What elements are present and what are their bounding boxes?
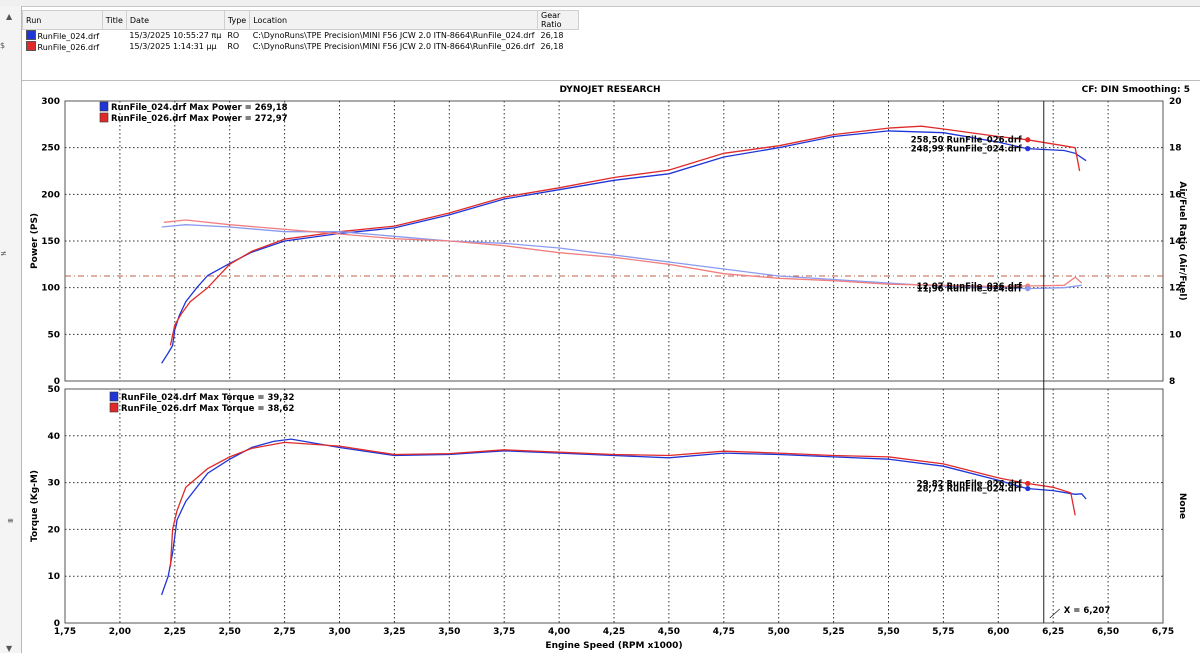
- x-tick-label: 6,00: [987, 627, 1009, 637]
- y-tick-label: 30: [47, 479, 60, 489]
- cursor-marker: [1025, 286, 1031, 292]
- y-tick-label: 10: [47, 572, 60, 582]
- legend-swatch: [99, 101, 109, 112]
- chart-header-title: DYNOJET RESEARCH: [559, 85, 660, 95]
- y-tick-label: 20: [47, 525, 60, 535]
- x-tick-label: 3,75: [493, 627, 515, 637]
- x-tick-label: 4,75: [713, 627, 735, 637]
- y2-tick-label: 10: [1169, 330, 1182, 340]
- y2-tick-label: 20: [1169, 97, 1182, 107]
- legend-entry: RunFile_026.drf Max Torque = 38,62: [121, 404, 294, 414]
- x-tick-label: 3,00: [328, 627, 350, 637]
- cursor-marker: [1025, 137, 1031, 143]
- x-tick-label: 6,75: [1152, 627, 1174, 637]
- power-afr-panel[interactable]: 050100150200250300Power (PS)810121416182…: [30, 97, 1187, 387]
- cursor-value-label: 11,96 RunFile_024.drf: [917, 285, 1022, 295]
- y2-axis-label: None: [1177, 493, 1187, 519]
- cursor-marker: [1025, 485, 1031, 492]
- torque-panel[interactable]: 01020304050Torque (Kg-M) NoneRunFile_024.…: [30, 385, 1187, 651]
- y-tick-label: 50: [47, 385, 60, 395]
- x-tick-label: 5,50: [877, 627, 899, 637]
- y-tick-label: 150: [41, 237, 60, 247]
- x-tick-label: 2,50: [219, 627, 241, 637]
- y-axis-label: Torque (Kg-M): [30, 470, 40, 542]
- legend-swatch: [109, 391, 119, 402]
- chart-header-info: CF: DIN Smoothing: 5: [1082, 85, 1190, 95]
- x-tick-label: 2,00: [109, 627, 131, 637]
- cursor-value-label: 248,99 RunFile_024.drf: [911, 145, 1022, 155]
- y-tick-label: 100: [41, 284, 60, 294]
- legend-entry: RunFile_026.drf Max Power = 272,97: [111, 114, 288, 124]
- dyno-chart[interactable]: DYNOJET RESEARCH CF: DIN Smoothing: 5 05…: [0, 0, 1200, 653]
- y2-tick-label: 18: [1169, 144, 1182, 154]
- x-axis-label: Engine Speed (RPM x1000): [545, 641, 682, 651]
- legend-swatch: [99, 112, 109, 123]
- cursor-marker: [1025, 146, 1031, 152]
- x-tick-label: 6,50: [1097, 627, 1119, 637]
- legend-entry: RunFile_024.drf Max Power = 269,18: [111, 103, 288, 113]
- x-tick-label: 4,00: [548, 627, 570, 637]
- legend-entry: RunFile_024.drf Max Torque = 39,32: [121, 393, 294, 403]
- x-tick-label: 5,75: [932, 627, 954, 637]
- x-tick-label: 6,25: [1042, 627, 1064, 637]
- x-tick-label: 4,50: [658, 627, 680, 637]
- y-tick-label: 200: [41, 190, 60, 200]
- cursor-marker: [1025, 480, 1031, 487]
- y-tick-label: 40: [47, 432, 60, 442]
- x-tick-label: 3,25: [383, 627, 405, 637]
- x-tick-label: 5,25: [822, 627, 844, 637]
- x-tick-label: 4,25: [603, 627, 625, 637]
- legend-swatch: [109, 402, 119, 413]
- x-tick-label: 3,50: [438, 627, 460, 637]
- y-tick-label: 250: [41, 144, 60, 154]
- y-tick-label: 300: [41, 97, 60, 107]
- y-axis-label: Power (PS): [30, 213, 40, 269]
- x-tick-label: 2,25: [164, 627, 186, 637]
- x-tick-label: 2,75: [273, 627, 295, 637]
- y-tick-label: 50: [47, 330, 60, 340]
- y2-tick-label: 8: [1169, 377, 1175, 387]
- y2-axis-label: Air/Fuel Ratio (Air/Fuel): [1177, 181, 1187, 300]
- x-tick-label: 5,00: [768, 627, 790, 637]
- cursor-x-label: X = 6,207: [1064, 606, 1111, 616]
- cursor-value-label: 28,73 RunFile_024.drf: [917, 485, 1022, 495]
- x-tick-label: 1,75: [54, 627, 76, 637]
